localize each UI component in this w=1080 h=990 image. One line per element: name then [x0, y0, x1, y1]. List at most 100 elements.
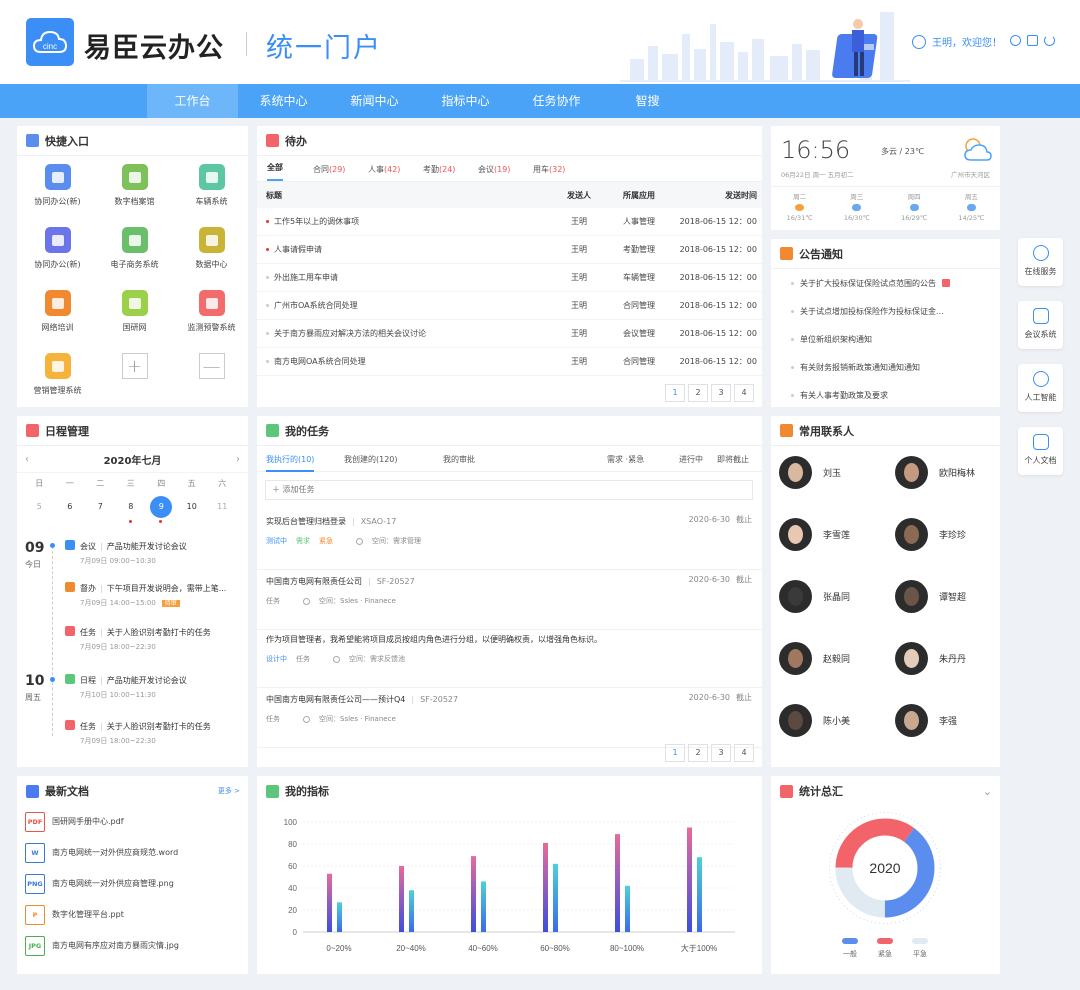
meeting-system-button[interactable]: 会议系统	[1018, 301, 1063, 349]
task-item[interactable]: 实现后台管理归档登录 | XSAO-17 2020-6-30 截止 测试中 需求 紧急 空间：需…	[257, 514, 762, 570]
page-button[interactable]: 4	[734, 384, 754, 402]
personal-docs-button[interactable]: 个人文档	[1018, 427, 1063, 475]
contact-item[interactable]: 欧阳梅林	[895, 456, 975, 489]
calendar-date[interactable]: 6	[55, 495, 86, 519]
notice-item[interactable]: 有关人事考勤政策及要求	[771, 381, 1000, 409]
todo-row[interactable]: 外出施工用车申请 王明 车辆管理 2018-06-15 12：00	[257, 264, 762, 292]
page-button[interactable]: 3	[711, 384, 731, 402]
forecast-temp: 16/30℃	[843, 214, 870, 222]
task-item[interactable]: 中国南方电网有限责任公司 | SF-20527 2020-6-30 截止 任务 空间：Ssl…	[257, 574, 762, 630]
contact-item[interactable]: 陈小美	[779, 704, 850, 737]
page-button[interactable]: 3	[711, 744, 731, 762]
todo-tab[interactable]: 合同(29)	[313, 164, 368, 181]
doc-item[interactable]: PNG 南方电网统一对外供应商管理.png	[17, 868, 248, 899]
status-badge: 待审	[161, 600, 180, 607]
quick-entry-item[interactable]: 监测预警系统	[173, 290, 250, 342]
todo-time: 2018-06-15 12：00	[679, 357, 757, 366]
todo-app: 考勤管理	[623, 245, 655, 254]
shirt-icon[interactable]	[1027, 35, 1038, 46]
notice-item[interactable]: 单位新组织架构通知	[771, 325, 1000, 353]
filter-due[interactable]: 即将截止	[717, 454, 749, 465]
remove-shortcut-button[interactable]: —	[173, 353, 250, 405]
page-button[interactable]: 1	[665, 744, 685, 762]
user-greeting[interactable]: 王明，欢迎您！	[912, 34, 1002, 49]
schedule-event[interactable]: 会议 | 产品功能开发讨论会议 7月09日 09:00~10:30	[50, 540, 187, 566]
doc-item[interactable]: PDF 国研网手册中心.pdf	[17, 806, 248, 837]
power-icon[interactable]	[1044, 35, 1055, 46]
collapse-chevron-icon[interactable]: ⌄	[983, 785, 992, 798]
event-title: 产品功能开发讨论会议	[106, 676, 187, 685]
tab-my-executing[interactable]: 我执行的(10)	[266, 454, 315, 472]
notice-item[interactable]: 关于扩大投标保证保险试点范围的公告	[771, 269, 1000, 297]
tab-label: 考勤	[423, 165, 439, 174]
calendar-date[interactable]: 5	[24, 495, 55, 519]
notice-item[interactable]: 有关财务报销新政策通知通知通知	[771, 353, 1000, 381]
schedule-event[interactable]: 督办 | 下午项目开发说明会，需带上笔... 7月09日 14:00~15:00 待审	[65, 582, 226, 608]
page-button[interactable]: 4	[734, 744, 754, 762]
calendar-date[interactable]: 7	[85, 495, 116, 519]
doc-item[interactable]: W 南方电网统一对外供应商规范.word	[17, 837, 248, 868]
contact-item[interactable]: 赵毅同	[779, 642, 850, 675]
prev-month-button[interactable]: ‹	[25, 454, 29, 465]
nav-system-center[interactable]: 系统中心	[238, 84, 329, 118]
calendar-date[interactable]: 10	[177, 495, 208, 519]
todo-row[interactable]: 关于南方暴雨应对解决方法的相关会议讨论 王明 会议管理 2018-06-15 12：0…	[257, 320, 762, 348]
todo-tab[interactable]: 会议(19)	[478, 164, 533, 181]
quick-entry-item[interactable]: 数据中心	[173, 227, 250, 279]
schedule-event[interactable]: 日程 | 产品功能开发讨论会议 7月10日 10:00~11:30	[50, 674, 187, 700]
calendar-date[interactable]: 11	[207, 495, 238, 519]
quick-entry-item[interactable]: 协同办公(新)	[19, 164, 96, 216]
schedule-event[interactable]: 任务 | 关于人脸识别考勤打卡的任务 7月09日 18:00~22:30	[65, 626, 211, 652]
online-service-button[interactable]: 在线服务	[1018, 238, 1063, 286]
page-button[interactable]: 1	[665, 384, 685, 402]
nav-smart-search[interactable]: 智搜	[602, 84, 693, 118]
quick-entry-item[interactable]: 车辆系统	[173, 164, 250, 216]
doc-item[interactable]: JPG 南方电网有序应对南方暴雨灾情.jpg	[17, 930, 248, 961]
add-shortcut-button[interactable]: +	[96, 353, 173, 405]
nav-metrics-center[interactable]: 指标中心	[420, 84, 511, 118]
notice-item[interactable]: 关于试点增加投标保险作为投标保证金...	[771, 297, 1000, 325]
page-button[interactable]: 2	[688, 744, 708, 762]
todo-row[interactable]: 广州市OA系统合同处理 王明 合同管理 2018-06-15 12：00	[257, 292, 762, 320]
page-button[interactable]: 2	[688, 384, 708, 402]
contact-item[interactable]: 张晶同	[779, 580, 850, 613]
quick-entry-item[interactable]: 数字档案馆	[96, 164, 173, 216]
add-task-input[interactable]: ＋ 添加任务	[265, 480, 753, 500]
nav-news-center[interactable]: 新闻中心	[329, 84, 420, 118]
tab-my-approval[interactable]: 我的审批	[443, 454, 475, 465]
todo-tab[interactable]: 考勤(24)	[423, 164, 478, 181]
task-item[interactable]: 作为项目管理者，我希望能将项目成员按组内角色进行分组，以便明确权责，以增强角色标…	[257, 632, 762, 688]
next-month-button[interactable]: ›	[236, 454, 240, 465]
contact-item[interactable]: 李珍珍	[895, 518, 966, 551]
todo-row[interactable]: 南方电网OA系统合同处理 王明 合同管理 2018-06-15 12：00	[257, 348, 762, 376]
quick-entry-item[interactable]: 网络培训	[19, 290, 96, 342]
nav-task-collab[interactable]: 任务协作	[511, 84, 602, 118]
todo-row[interactable]: 工作5年以上的调休事项 王明 人事管理 2018-06-15 12：00	[257, 208, 762, 236]
contact-item[interactable]: 李雪莲	[779, 518, 850, 551]
calendar-date[interactable]: 9	[146, 495, 177, 523]
todo-tab[interactable]: 人事(42)	[368, 164, 423, 181]
doc-item[interactable]: P 数字化管理平台.ppt	[17, 899, 248, 930]
todo-row[interactable]: 人事请假申请 王明 考勤管理 2018-06-15 12：00	[257, 236, 762, 264]
settings-icon[interactable]	[1010, 35, 1021, 46]
calendar-date[interactable]: 8	[116, 495, 147, 523]
contact-item[interactable]: 谭智超	[895, 580, 966, 613]
filter-status[interactable]: 进行中	[679, 454, 703, 465]
schedule-event[interactable]: 任务 | 关于人脸识别考勤打卡的任务 7月09日 18:00~22:30	[65, 720, 211, 746]
filter-priority[interactable]: 需求 ·紧急	[607, 454, 644, 465]
todo-tab[interactable]: 用车(32)	[533, 164, 588, 181]
tab-my-created[interactable]: 我创建的(120)	[344, 454, 398, 465]
task-item[interactable]: 中国南方电网有限责任公司——预计Q4 | SF-20527 2020-6-30 截止 任务…	[257, 692, 762, 748]
contact-item[interactable]: 朱丹丹	[895, 642, 966, 675]
contact-item[interactable]: 李强	[895, 704, 957, 737]
quick-entry-item[interactable]: 协同办公(新)	[19, 227, 96, 279]
quick-entry-item[interactable]: 国研网	[96, 290, 173, 342]
quick-entry-item[interactable]: 电子商务系统	[96, 227, 173, 279]
quick-entry-label: 监测预警系统	[187, 323, 236, 332]
nav-workbench[interactable]: 工作台	[147, 84, 238, 118]
todo-tab[interactable]: 全部	[267, 162, 283, 181]
contact-item[interactable]: 刘玉	[779, 456, 841, 489]
quick-entry-item[interactable]: 营销管理系统	[19, 353, 96, 405]
more-link[interactable]: 更多 >	[218, 786, 240, 796]
ai-button[interactable]: 人工智能	[1018, 364, 1063, 412]
